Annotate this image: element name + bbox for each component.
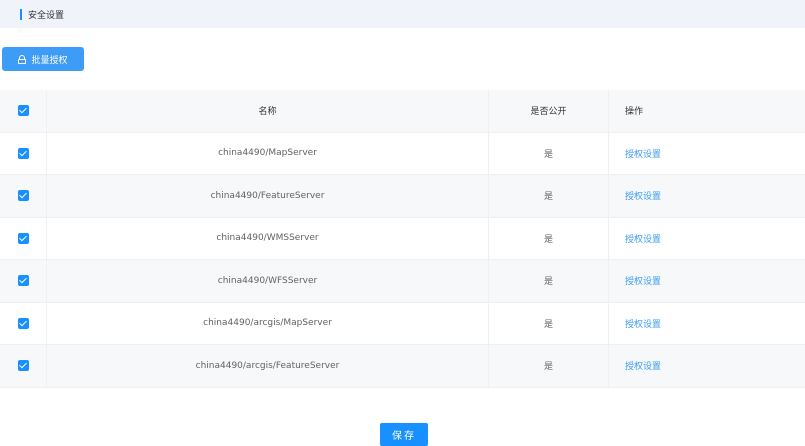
row-check-cell: [0, 132, 47, 174]
public-value: 是: [489, 217, 609, 259]
page-title: 安全设置: [28, 10, 65, 21]
ops-cell: 授权设置: [609, 175, 805, 217]
save-button[interactable]: 保存: [380, 423, 428, 446]
lock-icon: [18, 54, 27, 64]
table-header-row: 名称 是否公开 操作: [0, 90, 805, 133]
public-value: 是: [489, 260, 609, 302]
public-value: 是: [489, 175, 609, 217]
row-check-cell: [0, 302, 47, 344]
header-check-cell: [0, 90, 47, 132]
row-checkbox[interactable]: [17, 190, 29, 202]
authorize-settings-link[interactable]: 授权设置: [625, 147, 661, 160]
ops-cell: 授权设置: [609, 303, 805, 345]
row-checkbox[interactable]: [17, 275, 29, 287]
public-value: 是: [489, 302, 609, 344]
select-all-checkbox[interactable]: [17, 105, 29, 117]
service-name: china4490/arcgis/MapServer: [47, 302, 489, 344]
row-check-cell: [0, 260, 47, 302]
service-name: china4490/FeatureServer: [47, 175, 489, 217]
table-row: china4490/WMSServer 是 授权设置: [0, 217, 805, 260]
column-header-ops: 操作: [625, 107, 644, 118]
batch-authorize-label: 批量授权: [31, 55, 68, 66]
public-value: 是: [489, 132, 609, 174]
service-name: china4490/WMSServer: [47, 217, 489, 259]
authorize-settings-link[interactable]: 授权设置: [625, 232, 661, 245]
row-checkbox[interactable]: [17, 232, 29, 244]
public-value: 是: [489, 345, 609, 387]
column-header-name: 名称: [47, 90, 489, 132]
table-row: china4490/arcgis/FeatureServer 是 授权设置: [0, 345, 805, 388]
table-row: china4490/FeatureServer 是 授权设置: [0, 175, 805, 218]
authorize-settings-link[interactable]: 授权设置: [625, 274, 661, 287]
authorize-settings-link[interactable]: 授权设置: [625, 189, 661, 202]
row-check-cell: [0, 345, 47, 387]
service-name: china4490/arcgis/FeatureServer: [47, 345, 489, 387]
ops-cell: 授权设置: [609, 133, 805, 175]
table-row: china4490/WFSServer 是 授权设置: [0, 260, 805, 303]
service-name: china4490/MapServer: [47, 132, 489, 174]
table-row: china4490/arcgis/MapServer 是 授权设置: [0, 302, 805, 345]
table-body: china4490/MapServer 是授权设置 china4490/Featur…: [0, 132, 805, 388]
ops-cell: 授权设置: [609, 345, 805, 387]
header-accent-bar: [20, 8, 22, 20]
row-check-cell: [0, 217, 47, 259]
service-name: china4490/WFSServer: [47, 260, 489, 302]
row-checkbox[interactable]: [17, 317, 29, 329]
services-table: 名称 是否公开 操作 china4490/MapServer 是授权设置 china…: [0, 90, 805, 388]
column-header-public: 是否公开: [489, 90, 609, 132]
ops-cell: 授权设置: [609, 260, 805, 302]
page-header: 安全设置: [0, 0, 805, 28]
authorize-settings-link[interactable]: 授权设置: [625, 317, 661, 330]
row-checkbox[interactable]: [17, 360, 29, 372]
row-checkbox[interactable]: [17, 147, 29, 159]
batch-authorize-button[interactable]: 批量授权: [2, 47, 84, 71]
row-check-cell: [0, 175, 47, 217]
page: 安全设置 批量授权 名称 是否公开 操作 china4490/MapServer…: [0, 0, 805, 446]
table-row: china4490/MapServer 是 授权设置: [0, 132, 805, 175]
ops-cell: 授权设置: [609, 218, 805, 260]
authorize-settings-link[interactable]: 授权设置: [625, 359, 661, 372]
